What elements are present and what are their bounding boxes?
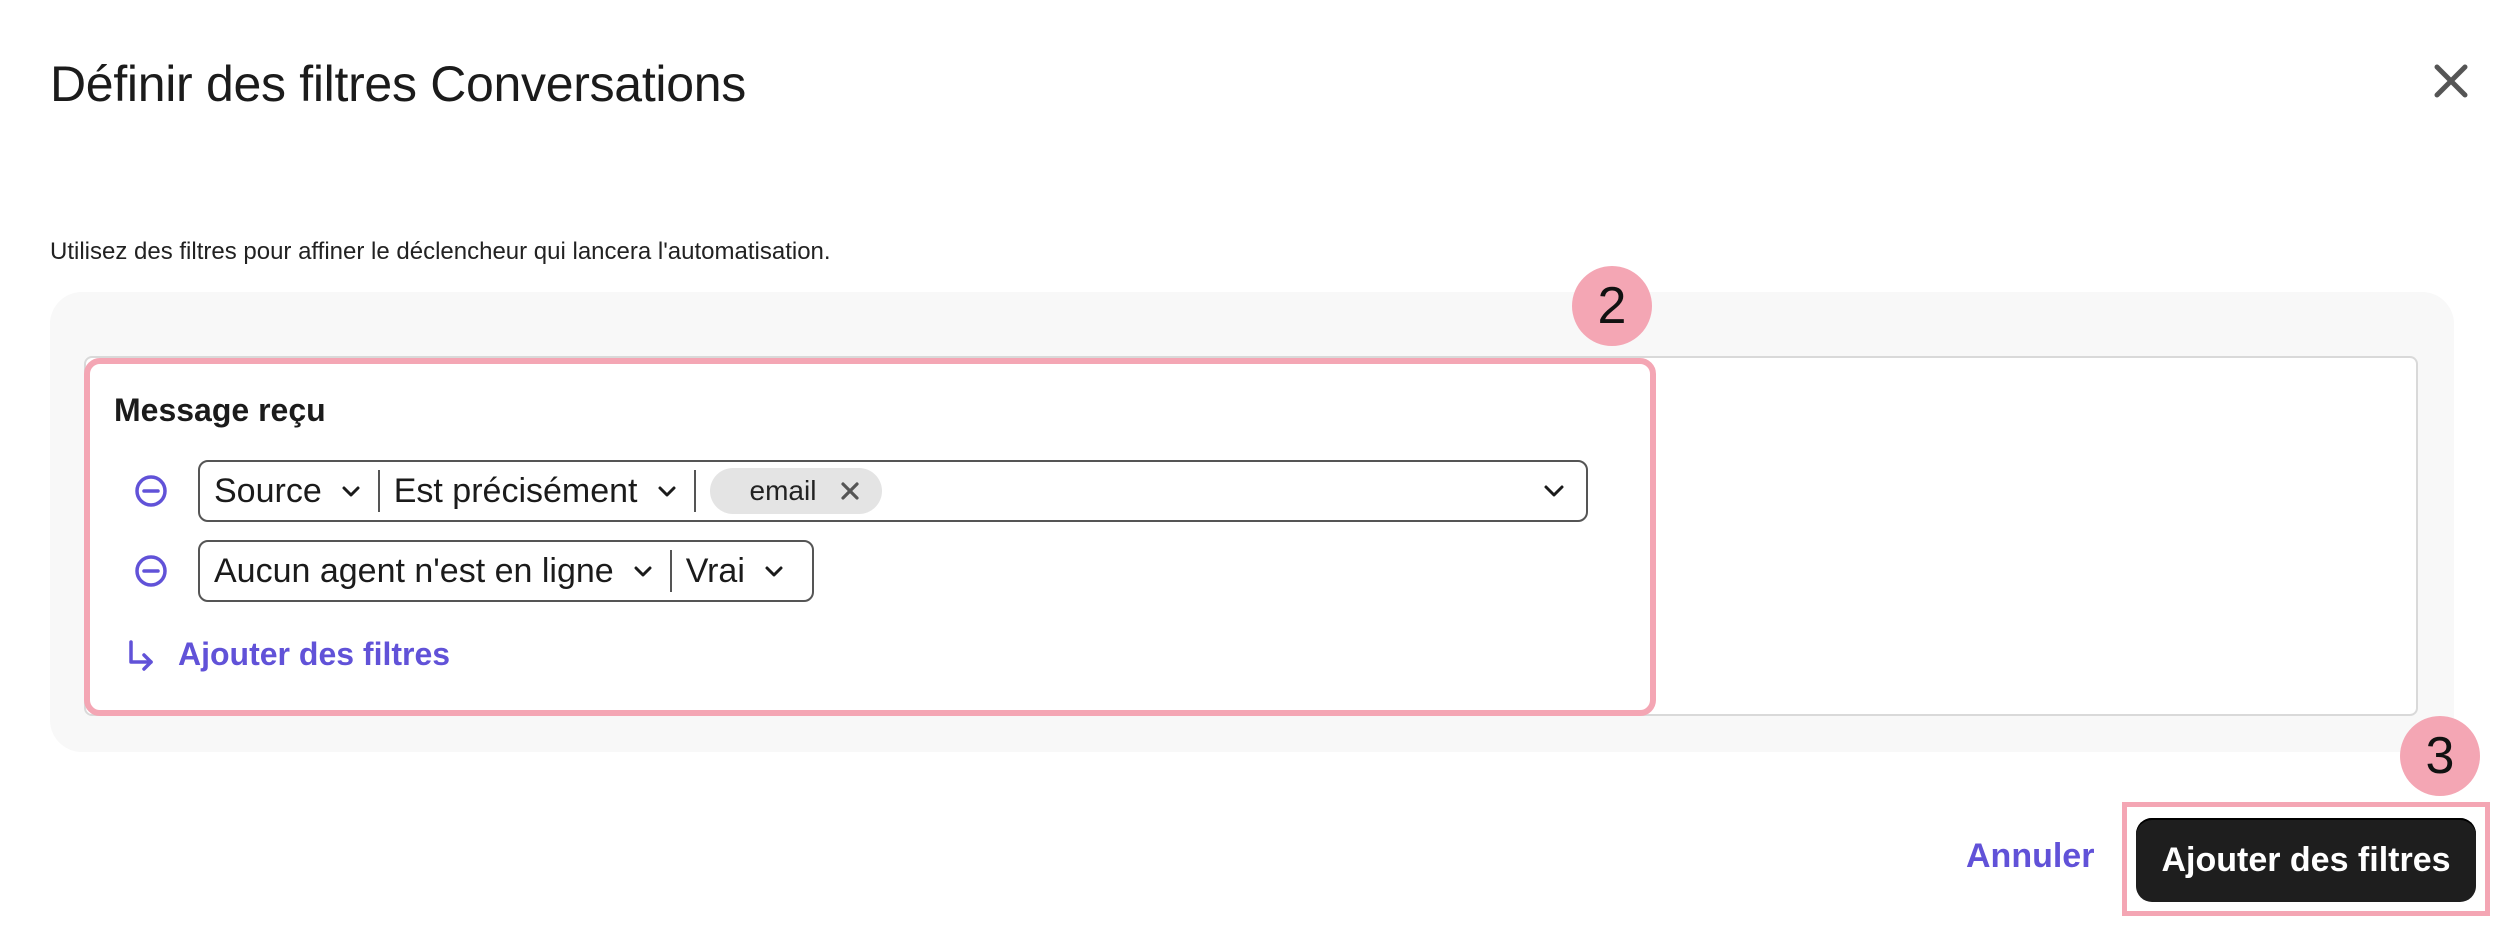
field-select-label: Aucun agent n'est en ligne (214, 551, 614, 590)
operator-select[interactable]: Est précisément (380, 462, 694, 520)
operator-select-label: Vrai (685, 551, 745, 590)
add-filters-button[interactable]: Ajouter des filtres (2136, 818, 2476, 902)
add-filter-link[interactable]: Ajouter des filtres (126, 636, 450, 673)
close-button[interactable] (2428, 58, 2474, 104)
filter-group-title: Message reçu (114, 392, 326, 428)
annotation-badge-2: 2 (1572, 266, 1652, 346)
operator-select[interactable]: Vrai (672, 542, 801, 600)
operator-select-label: Est précisément (393, 471, 638, 510)
chevron-down-icon[interactable] (1542, 480, 1566, 502)
chevron-down-icon (634, 566, 652, 577)
dialog-title: Définir des filtres Conversations (50, 56, 746, 112)
field-select[interactable]: Aucun agent n'est en ligne (200, 542, 670, 600)
value-chip-label: email (749, 475, 817, 506)
arrow-return-right-icon (129, 639, 153, 671)
cancel-button[interactable]: Annuler (1966, 832, 2094, 880)
dialog-subtitle: Utilisez des filtres pour affiner le déc… (50, 238, 831, 265)
x-icon[interactable] (838, 479, 862, 503)
add-filter-label: Ajouter des filtres (178, 636, 451, 672)
annotation-badge-3: 3 (2400, 716, 2480, 796)
filter-dialog: Définir des filtres Conversations Utilis… (0, 0, 2512, 942)
remove-filter-button-1[interactable] (134, 474, 168, 508)
chevron-down-icon (658, 486, 675, 497)
segment-divider (693, 470, 696, 512)
chevron-down-icon (342, 486, 360, 497)
filter-row-2: Aucun agent n'est en ligne Vrai (198, 540, 814, 602)
close-icon (2434, 64, 2468, 98)
field-select-label: Source (214, 471, 322, 510)
value-chip: email (709, 468, 883, 514)
minus-circle-icon (135, 555, 167, 587)
field-select[interactable]: Source (200, 462, 378, 520)
minus-circle-icon (135, 475, 167, 507)
chevron-down-icon (765, 566, 783, 577)
filter-row-1: Source Est précisément email (198, 460, 1588, 522)
remove-filter-button-2[interactable] (134, 554, 168, 588)
